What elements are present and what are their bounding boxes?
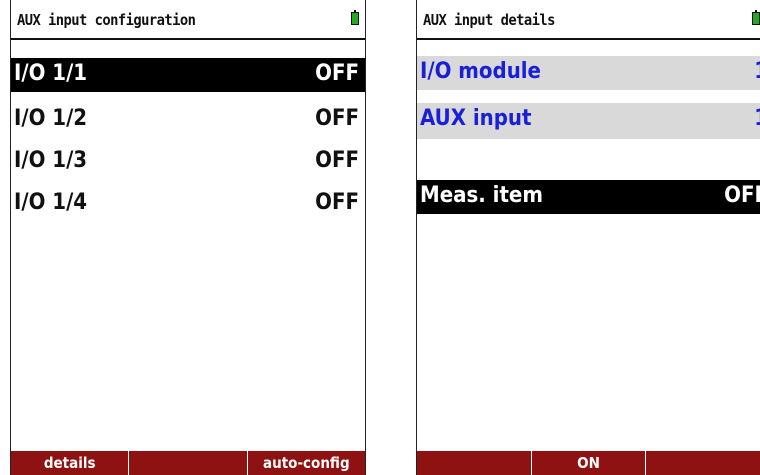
title-bar: AUX input details: [417, 0, 760, 40]
battery-icon: [752, 10, 760, 25]
io-row-label: I/O 1/4: [14, 190, 88, 215]
io-row-value: OFF: [315, 106, 359, 131]
aux-input-row: AUX input 1: [417, 103, 760, 139]
io-module-label: I/O module: [420, 59, 541, 84]
aux-input-value: 1: [754, 106, 760, 131]
io-row-label: I/O 1/3: [14, 148, 88, 173]
io-row-1-4[interactable]: I/O 1/4 OFF: [11, 187, 365, 221]
meas-item-value: OFF: [724, 183, 760, 208]
meas-item-label: Meas. item: [420, 183, 543, 208]
battery-icon: [351, 10, 359, 25]
on-softkey[interactable]: ON: [532, 451, 647, 475]
empty-softkey[interactable]: [129, 451, 248, 475]
io-row-1-2[interactable]: I/O 1/2 OFF: [11, 103, 365, 137]
io-row-1-3[interactable]: I/O 1/3 OFF: [11, 145, 365, 179]
screen-title: AUX input configuration: [17, 11, 196, 29]
meas-item-row[interactable]: Meas. item OFF: [417, 180, 760, 214]
io-row-value: OFF: [315, 190, 359, 215]
io-module-row: I/O module 1: [417, 56, 760, 90]
title-bar: AUX input configuration: [11, 0, 365, 40]
empty-softkey[interactable]: [417, 451, 532, 475]
io-module-value: 1: [754, 59, 760, 84]
softkey-bar: ON: [417, 451, 760, 475]
aux-input-configuration-screen: AUX input configuration I/O 1/1 OFF I/O …: [10, 0, 366, 475]
io-row-1-1[interactable]: I/O 1/1 OFF: [11, 58, 365, 92]
screen-title: AUX input details: [423, 11, 555, 29]
details-softkey[interactable]: details: [11, 451, 130, 475]
aux-input-label: AUX input: [420, 106, 532, 131]
auto-config-softkey[interactable]: auto-config: [248, 451, 365, 475]
io-row-label: I/O 1/1: [14, 61, 88, 86]
io-row-value: OFF: [315, 148, 359, 173]
io-row-value: OFF: [315, 61, 359, 86]
aux-input-details-screen: AUX input details I/O module 1 AUX input…: [416, 0, 760, 475]
io-row-label: I/O 1/2: [14, 106, 88, 131]
softkey-bar: details auto-config: [11, 451, 365, 475]
empty-softkey[interactable]: [646, 451, 760, 475]
